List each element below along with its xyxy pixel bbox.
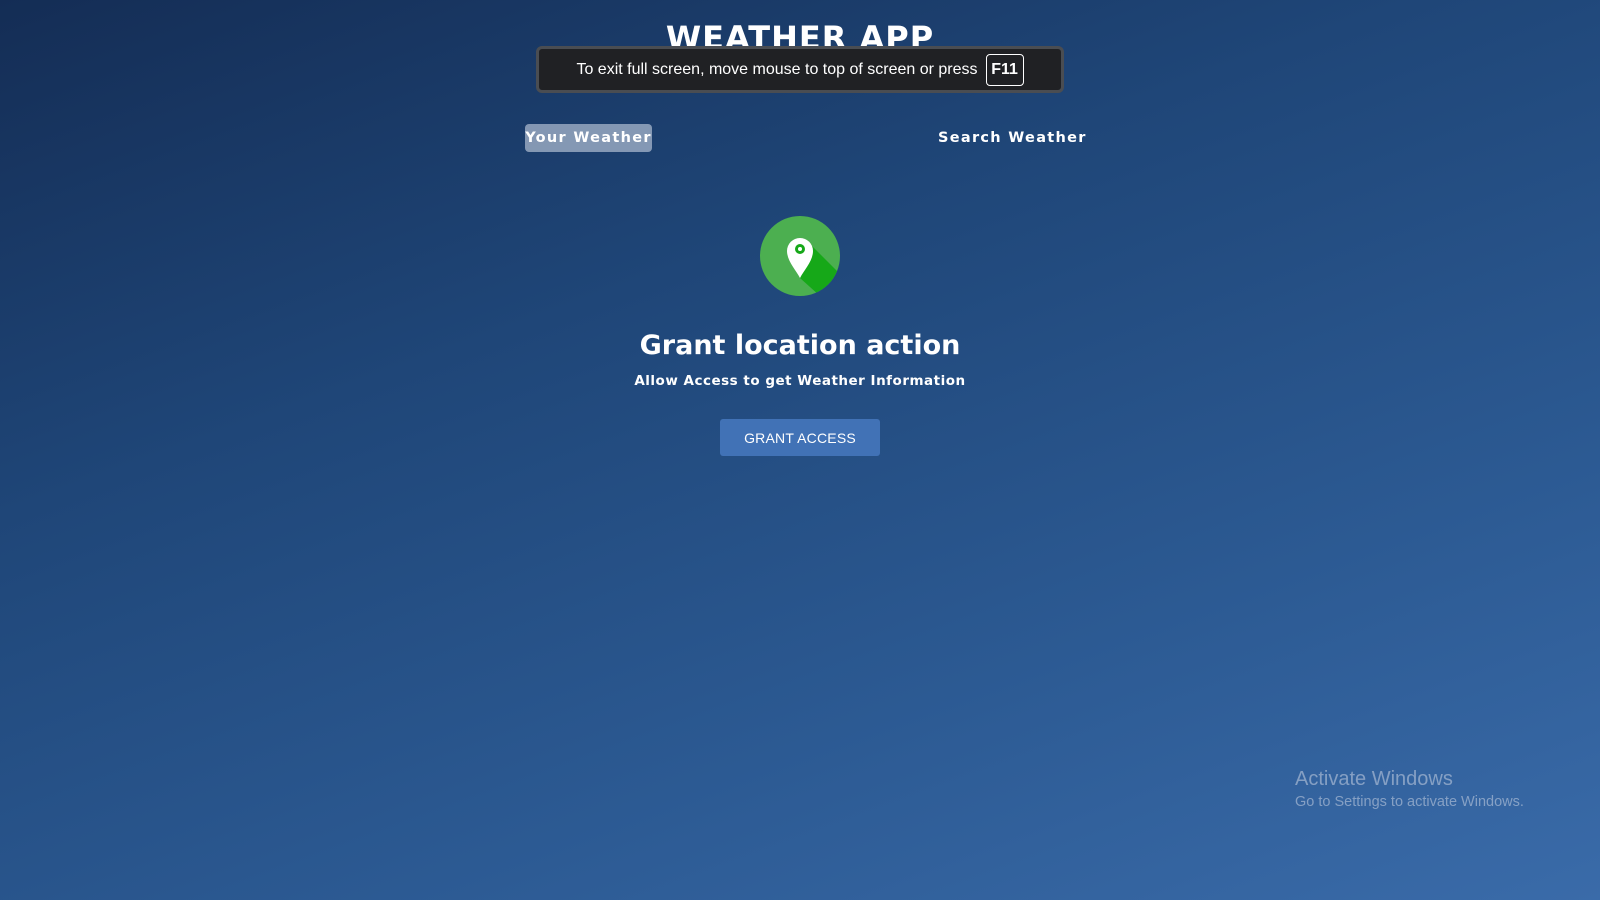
tab-your-weather[interactable]: Your Weather (525, 124, 652, 152)
fullscreen-notice-message: To exit full screen, move mouse to top o… (576, 60, 978, 78)
f11-key-badge: F11 (985, 53, 1024, 86)
watermark-title: Activate Windows (1295, 768, 1453, 790)
grant-location-subtitle: Allow Access to get Weather Information (634, 373, 966, 389)
grant-location-title: Grant location action (639, 330, 961, 361)
grant-access-button[interactable]: GRANT ACCESS (720, 419, 880, 456)
location-pin-icon (760, 216, 840, 296)
fullscreen-notice: To exit full screen, move mouse to top o… (536, 46, 1064, 93)
watermark-subtitle: Go to Settings to activate Windows. (1295, 794, 1524, 810)
tab-search-weather[interactable]: Search Weather (938, 124, 1087, 152)
activate-windows-watermark: Activate Windows Go to Settings to activ… (1295, 766, 1524, 812)
